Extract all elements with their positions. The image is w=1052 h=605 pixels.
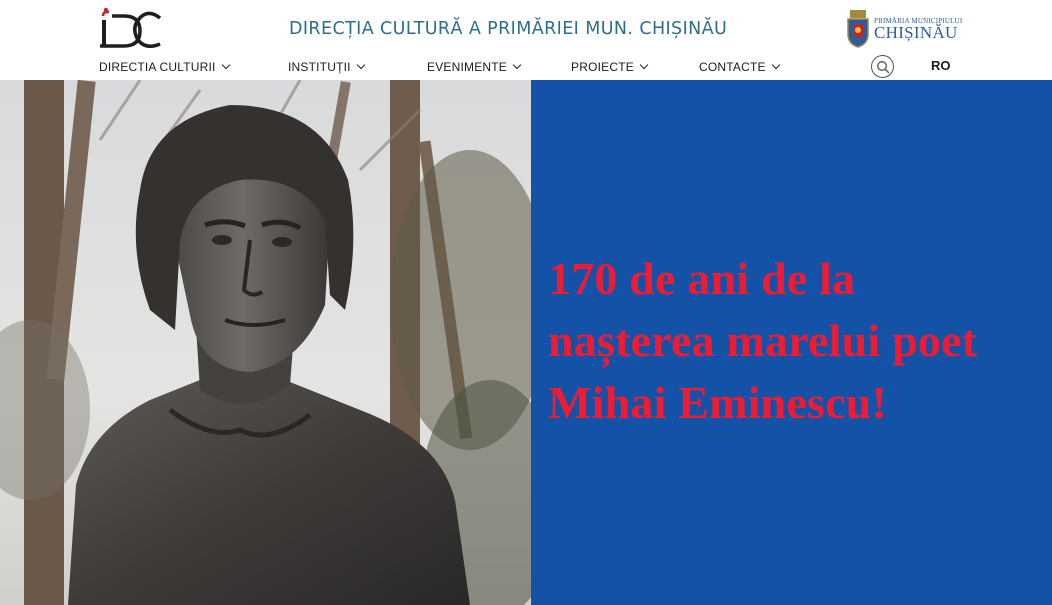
chevron-down-icon <box>771 60 780 70</box>
nav-item-contacte[interactable]: CONTACTE <box>699 60 780 74</box>
main-nav: DIRECTIA CULTURII INSTITUȚII EVENIMENTE … <box>0 57 1052 77</box>
nav-item-label: INSTITUȚII <box>288 60 351 74</box>
nav-item-proiecte[interactable]: PROIECTE <box>571 60 649 74</box>
nav-item-evenimente[interactable]: EVENIMENTE <box>427 60 522 74</box>
chevron-down-icon <box>512 60 522 70</box>
chevron-down-icon <box>356 60 365 70</box>
nav-item-label: EVENIMENTE <box>427 60 508 74</box>
chevron-down-icon <box>221 60 230 70</box>
site-title[interactable]: DIRECȚIA CULTURĂ A PRIMĂRIEI MUN. CHIȘIN… <box>289 19 727 39</box>
language-selector[interactable]: RO <box>931 58 951 73</box>
nav-item-label: CONTACTE <box>699 60 766 74</box>
chevron-down-icon <box>639 60 649 70</box>
nav-item-label: DIRECTIA CULTURII <box>99 60 216 74</box>
coat-of-arms-icon <box>847 10 869 48</box>
banner-headline: 170 de ani de la nașterea marelui poet M… <box>548 248 1048 434</box>
nav-item-directia-culturii[interactable]: DIRECTIA CULTURII <box>99 60 230 74</box>
search-icon <box>877 61 890 74</box>
headline-line: nașterea marelui poet <box>548 315 978 366</box>
search-button[interactable] <box>871 55 894 78</box>
dc-logo-icon <box>100 7 162 48</box>
headline-line: 170 de ani de la <box>548 253 856 304</box>
partner-logo-title: CHIȘINĂU <box>874 23 958 42</box>
headline-line: Mihai Eminescu! <box>548 377 888 428</box>
nav-item-label: PROIECTE <box>571 60 634 74</box>
statue-illustration <box>0 80 531 605</box>
partner-logo[interactable]: PRIMĂRIA MUNICIPIULUI CHIȘINĂU <box>846 10 962 50</box>
bust-photo <box>0 80 531 605</box>
site-logo[interactable]: DC <box>98 6 164 52</box>
site-header: DC DIRECȚIA CULTURĂ A PRIMĂRIEI MUN. CHI… <box>0 0 1052 80</box>
nav-item-institutii[interactable]: INSTITUȚII <box>288 60 365 74</box>
